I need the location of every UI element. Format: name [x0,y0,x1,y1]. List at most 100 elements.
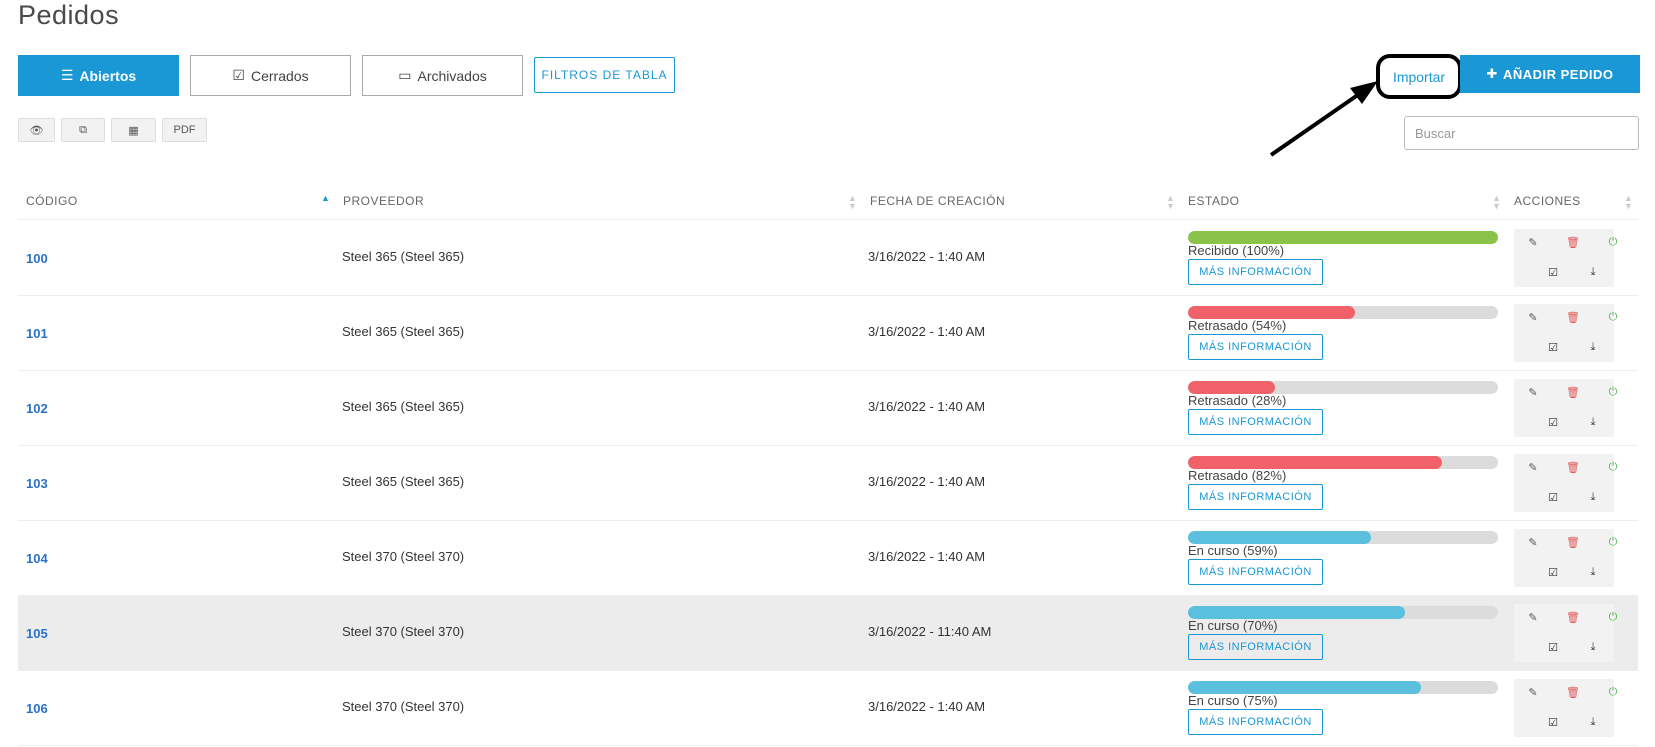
check-icon[interactable]: ☑ [1544,413,1562,431]
check-icon[interactable]: ☑ [1544,263,1562,281]
search-input[interactable] [1404,116,1639,150]
tab-abiertos[interactable]: ☰ Abiertos [18,55,179,96]
order-code-link[interactable]: 100 [26,251,48,266]
column-header-estado[interactable]: ESTADO [1188,194,1239,208]
edit-icon[interactable]: ✎ [1524,683,1542,701]
trash-icon[interactable]: 🗑 [1564,383,1582,401]
table-icon: ▦ [128,124,139,137]
visibility-button[interactable]: 👁 [18,118,55,142]
inbox-icon: ▭ [398,67,412,83]
sort-asc-icon[interactable]: ▲ [321,194,330,203]
sort-icon[interactable]: ▲ ▼ [1166,194,1175,211]
status-text: En curso (70%) [1188,618,1278,633]
order-code-link[interactable]: 101 [26,326,48,341]
download-icon[interactable]: ⤓ [1584,413,1602,431]
tab-label: Abiertos [79,67,137,84]
order-code-link[interactable]: 106 [26,701,48,716]
check-icon[interactable]: ☑ [1544,563,1562,581]
order-code-link[interactable]: 103 [26,476,48,491]
copy-button[interactable]: ⧉ [61,118,105,142]
column-header-proveedor[interactable]: PROVEEDOR [343,194,424,208]
provider-cell: Steel 365 (Steel 365) [342,399,465,414]
add-order-button[interactable]: ✚ AÑADIR PEDIDO [1460,55,1640,93]
import-button[interactable]: Importar [1376,54,1462,99]
download-icon[interactable]: ⤓ [1584,338,1602,356]
column-header-acciones: ACCIONES [1514,194,1581,208]
sort-icon[interactable]: ▲ ▼ [1624,194,1633,211]
table-row: 100 Steel 365 (Steel 365) 3/16/2022 - 1:… [18,221,1638,296]
more-info-button[interactable]: MÁS INFORMACIÓN [1188,259,1323,285]
download-icon[interactable]: ⤓ [1584,263,1602,281]
more-info-button[interactable]: MÁS INFORMACIÓN [1188,409,1323,435]
power-icon[interactable]: ⏻ [1604,683,1622,701]
excel-button[interactable]: ▦ [111,118,156,142]
power-icon[interactable]: ⏻ [1604,458,1622,476]
more-info-button[interactable]: MÁS INFORMACIÓN [1188,709,1323,735]
edit-icon[interactable]: ✎ [1524,533,1542,551]
download-icon[interactable]: ⤓ [1584,713,1602,731]
more-info-button[interactable]: MÁS INFORMACIÓN [1188,334,1323,360]
edit-icon[interactable]: ✎ [1524,308,1542,326]
pdf-button[interactable]: PDF [162,118,207,142]
status-text: Recibido (100%) [1188,243,1285,258]
sort-icon[interactable]: ▲ ▼ [848,194,857,211]
actions-group: ✎ 🗑 ⏻ ☑ ⤓ [1514,529,1617,587]
provider-cell: Steel 370 (Steel 370) [342,549,465,564]
trash-icon[interactable]: 🗑 [1564,458,1582,476]
download-icon[interactable]: ⤓ [1584,488,1602,506]
order-code-link[interactable]: 105 [26,626,48,641]
actions-group: ✎ 🗑 ⏻ ☑ ⤓ [1514,454,1617,512]
plus-icon: ✚ [1486,66,1498,81]
trash-icon[interactable]: 🗑 [1564,308,1582,326]
trash-icon[interactable]: 🗑 [1564,533,1582,551]
creation-date-cell: 3/16/2022 - 1:40 AM [868,699,986,714]
power-icon[interactable]: ⏻ [1604,233,1622,251]
trash-icon[interactable]: 🗑 [1564,683,1582,701]
actions-group: ✎ 🗑 ⏻ ☑ ⤓ [1514,679,1617,737]
order-code-link[interactable]: 102 [26,401,48,416]
trash-icon[interactable]: 🗑 [1564,233,1582,251]
power-icon[interactable]: ⏻ [1604,533,1622,551]
provider-cell: Steel 370 (Steel 370) [342,699,465,714]
more-info-button[interactable]: MÁS INFORMACIÓN [1188,559,1323,585]
check-icon[interactable]: ☑ [1544,638,1562,656]
edit-icon[interactable]: ✎ [1524,458,1542,476]
sort-icon[interactable]: ▲ ▼ [1492,194,1501,211]
status-text: Retrasado (54%) [1188,318,1287,333]
edit-icon[interactable]: ✎ [1524,608,1542,626]
download-icon[interactable]: ⤓ [1584,638,1602,656]
creation-date-cell: 3/16/2022 - 11:40 AM [868,624,992,639]
more-info-button[interactable]: MÁS INFORMACIÓN [1188,634,1323,660]
order-code-link[interactable]: 104 [26,551,48,566]
tab-cerrados[interactable]: ☑ Cerrados [190,55,351,96]
copy-icon: ⧉ [79,123,87,136]
actions-group: ✎ 🗑 ⏻ ☑ ⤓ [1514,604,1617,662]
page-title: Pedidos [18,0,120,30]
power-icon[interactable]: ⏻ [1604,383,1622,401]
creation-date-cell: 3/16/2022 - 1:40 AM [868,324,986,339]
edit-icon[interactable]: ✎ [1524,383,1542,401]
table-header: CÓDIGO ▲ PROVEEDOR ▲ ▼ FECHA DE CREACIÓN … [18,188,1638,220]
column-header-codigo[interactable]: CÓDIGO [26,194,78,208]
check-icon[interactable]: ☑ [1544,488,1562,506]
table-row: 106 Steel 370 (Steel 370) 3/16/2022 - 1:… [18,671,1638,746]
checkbox-icon: ☑ [232,67,245,83]
table-filters-button[interactable]: FILTROS DE TABLA [534,57,675,93]
creation-date-cell: 3/16/2022 - 1:40 AM [868,549,986,564]
tab-archivados[interactable]: ▭ Archivados [362,55,523,96]
power-icon[interactable]: ⏻ [1604,308,1622,326]
creation-date-cell: 3/16/2022 - 1:40 AM [868,474,986,489]
column-header-fecha[interactable]: FECHA DE CREACIÓN [870,194,1005,208]
table-row: 102 Steel 365 (Steel 365) 3/16/2022 - 1:… [18,371,1638,446]
trash-icon[interactable]: 🗑 [1564,608,1582,626]
check-icon[interactable]: ☑ [1544,338,1562,356]
creation-date-cell: 3/16/2022 - 1:40 AM [868,249,986,264]
edit-icon[interactable]: ✎ [1524,233,1542,251]
actions-group: ✎ 🗑 ⏻ ☑ ⤓ [1514,304,1617,362]
check-icon[interactable]: ☑ [1544,713,1562,731]
provider-cell: Steel 365 (Steel 365) [342,249,465,264]
more-info-button[interactable]: MÁS INFORMACIÓN [1188,484,1323,510]
table-row: 104 Steel 370 (Steel 370) 3/16/2022 - 1:… [18,521,1638,596]
download-icon[interactable]: ⤓ [1584,563,1602,581]
power-icon[interactable]: ⏻ [1604,608,1622,626]
